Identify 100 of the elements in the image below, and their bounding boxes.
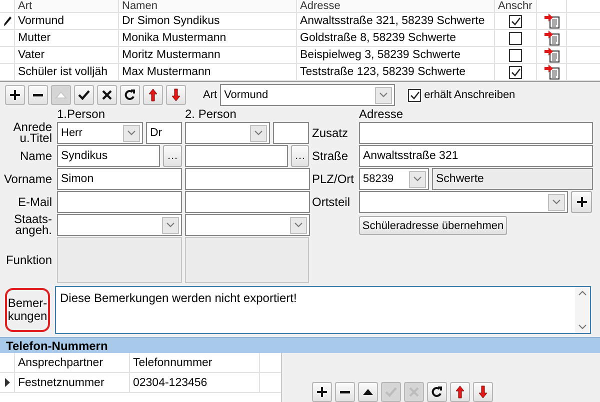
checkbox[interactable] (509, 32, 522, 44)
move-down-button[interactable] (166, 85, 186, 105)
first-name-field[interactable] (185, 168, 310, 190)
salutation-combo[interactable] (185, 122, 270, 144)
field-label: Vorname (2, 170, 52, 188)
field-label: Name (18, 148, 52, 164)
document-arrow-icon[interactable] (544, 64, 560, 80)
scrollbar[interactable] (575, 287, 590, 333)
check-icon (77, 88, 91, 102)
remove-button[interactable] (28, 85, 48, 105)
up-button[interactable] (358, 382, 378, 402)
row-pointer-icon (4, 378, 10, 387)
field-label: Ortsteil (312, 194, 352, 211)
chevron-icon (379, 92, 388, 98)
first-name-field[interactable]: Simon (57, 168, 182, 190)
arrow-up-icon (453, 385, 467, 399)
art-combo[interactable]: Vormund (220, 84, 396, 106)
checkbox[interactable] (509, 14, 522, 28)
field-label: Staats- angeh. (12, 214, 52, 236)
email-field[interactable] (57, 191, 182, 213)
field-label: Funktion (4, 252, 52, 268)
checkbox[interactable] (509, 48, 522, 62)
address-field[interactable] (359, 122, 593, 144)
salutation-combo[interactable]: Herr (57, 122, 143, 144)
field-label: E-Mail (16, 194, 52, 210)
add-district-button[interactable] (571, 191, 592, 213)
document-arrow-icon[interactable] (544, 30, 560, 46)
table-cell: Anwaltsstraße 321, 58239 Schwerte (297, 13, 495, 29)
column-header: Namen (119, 0, 297, 12)
dropdown-button[interactable] (409, 170, 426, 188)
address-field[interactable]: Anwaltsstraße 321 (359, 145, 593, 167)
dropdown-button[interactable] (548, 194, 565, 210)
remove-button[interactable] (335, 382, 355, 402)
last-name-field[interactable] (185, 145, 288, 167)
more-button[interactable]: … (163, 145, 182, 167)
copy-address-button[interactable]: Schüleradresse übernehmen (359, 216, 507, 235)
nationality-combo[interactable] (57, 214, 182, 236)
title-field[interactable]: Dr (146, 122, 182, 144)
table-cell: Goldstraße 8, 58239 Schwerte (297, 30, 495, 46)
field-label: Straße (312, 148, 350, 165)
refresh-button[interactable] (427, 382, 447, 402)
field-label: PLZ/Ort (312, 171, 356, 188)
more-button[interactable]: … (291, 145, 309, 167)
arrow-up-icon (146, 88, 160, 102)
table-cell: Teststraße 123, 58239 Schwerte (297, 64, 495, 80)
table-cell: Monika Mustermann (119, 30, 297, 46)
column-heading: 2. Person (185, 108, 238, 121)
dropdown-button[interactable] (123, 124, 140, 142)
scroll-down-icon (578, 324, 587, 330)
function-field[interactable] (185, 237, 309, 283)
nationality-combo[interactable] (185, 214, 310, 236)
chevron-icon (552, 199, 561, 205)
document-arrow-icon[interactable] (544, 13, 560, 29)
column-header: Art (15, 0, 119, 12)
pencil-icon (2, 16, 12, 26)
chevron-icon (127, 130, 136, 136)
function-field[interactable] (57, 237, 182, 283)
x-icon (407, 385, 421, 399)
dropdown-button[interactable] (162, 216, 179, 234)
chevron-icon (166, 222, 175, 228)
document-arrow-icon[interactable] (544, 47, 560, 63)
table-cell: Beispielweg 3, 58239 Schwerte (297, 47, 495, 63)
add-button[interactable] (5, 85, 25, 105)
column-header: Ansprechpartner (15, 353, 130, 372)
cancel-button[interactable] (97, 85, 117, 105)
art-label: Art (203, 89, 218, 101)
last-name-field[interactable]: Syndikus (57, 145, 160, 167)
title-field[interactable] (273, 122, 309, 144)
move-up-button[interactable] (143, 85, 163, 105)
dropdown-button[interactable] (250, 124, 267, 142)
checkbox-label: erhält Anschreiben (424, 89, 516, 101)
refresh-icon (430, 385, 444, 399)
column-header: Adresse (297, 0, 495, 12)
zip-combo[interactable]: 58239 (359, 168, 429, 190)
move-down-button[interactable] (473, 382, 493, 402)
table-cell: Mutter (15, 30, 119, 46)
refresh-button[interactable] (120, 85, 140, 105)
add-button[interactable] (312, 382, 332, 402)
check-icon (510, 16, 520, 26)
save-button[interactable] (74, 85, 94, 105)
move-up-button[interactable] (450, 382, 470, 402)
section-header: Telefon-Nummern (0, 337, 600, 353)
table-cell: Max Mustermann (119, 64, 297, 80)
email-field[interactable] (185, 191, 310, 213)
plus-icon (315, 385, 329, 399)
chevron-icon (413, 176, 422, 182)
dropdown-button[interactable] (375, 86, 392, 104)
plus-icon (8, 88, 22, 102)
field-label: Anrede u.Titel (12, 122, 52, 144)
column-heading: Adresse (359, 108, 404, 121)
table-cell: Dr Simon Syndikus (119, 13, 297, 29)
remarks-label: Bemer- kungen (5, 288, 50, 332)
checkbox[interactable] (408, 88, 422, 102)
scroll-up-icon (578, 290, 587, 296)
city-field[interactable]: Schwerte (432, 168, 593, 190)
dropdown-button[interactable] (290, 216, 307, 234)
remarks-field[interactable]: Diese Bemerkungen werden nicht exportiert! (55, 286, 591, 334)
checkbox[interactable] (509, 66, 522, 78)
chevron-icon (254, 130, 263, 136)
table-cell: Schüler ist volljäh (15, 64, 119, 80)
